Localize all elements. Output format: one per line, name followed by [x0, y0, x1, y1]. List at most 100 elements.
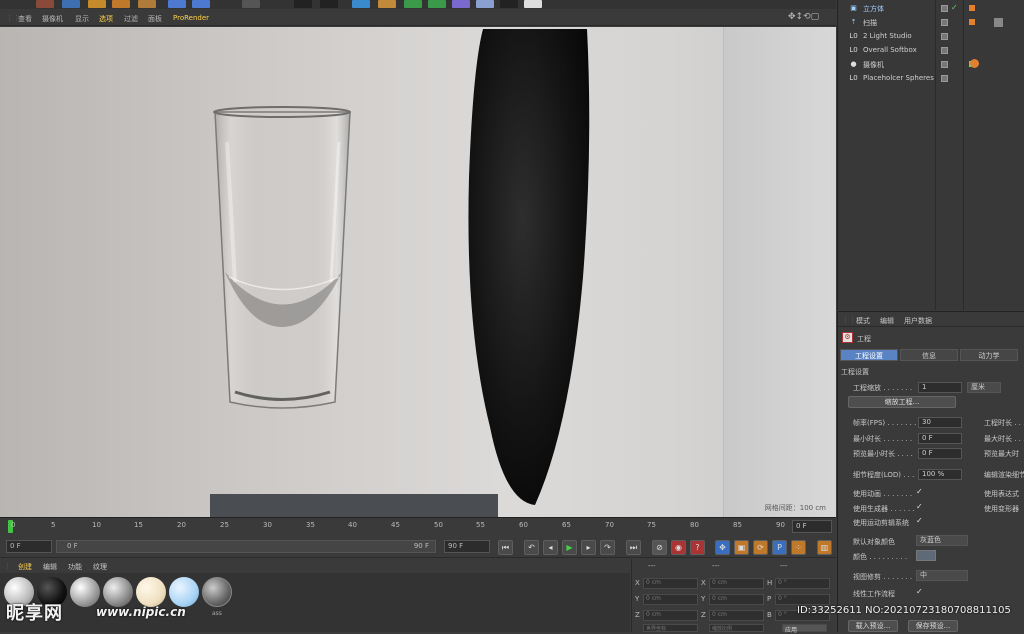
go-to-end-icon[interactable]: ⏭ [626, 540, 641, 555]
record-keys-icon[interactable]: ◉ [671, 540, 686, 555]
load-preset-button[interactable]: 载入预设... [848, 620, 898, 632]
move-tool-icon[interactable] [62, 0, 80, 8]
tag-icon[interactable] [969, 19, 975, 25]
visibility-toggle[interactable] [941, 47, 948, 54]
tab-dynamics[interactable]: 动力学 [960, 349, 1018, 361]
size-x-field[interactable]: 0 cm [709, 578, 764, 589]
rot-h-field[interactable]: 0 ° [775, 578, 830, 589]
array-icon[interactable] [428, 0, 446, 8]
frame-range-slider[interactable]: 0 F 90 F [56, 540, 436, 553]
visibility-toggle[interactable] [941, 33, 948, 40]
coord-scale-select[interactable]: 缩放比例 [709, 624, 764, 632]
object-row-cube[interactable]: ▣ 立方体 ✓ [838, 2, 1024, 15]
material-cream[interactable] [136, 577, 166, 607]
apply-button[interactable]: 应用 [782, 624, 827, 634]
use-motion-system-checkbox[interactable]: ✓ [916, 516, 923, 525]
linear-workflow-checkbox[interactable]: ✓ [916, 587, 923, 596]
use-animation-checkbox[interactable]: ✓ [916, 487, 923, 496]
rotate-tool-icon[interactable] [112, 0, 130, 8]
viewport-nav-icons[interactable]: ✥↕⟲▢ [788, 12, 819, 22]
prev-frame-icon[interactable]: ◂ [543, 540, 558, 555]
view-clip-select[interactable]: 中 [916, 570, 968, 581]
pos-x-field[interactable]: 0 cm [643, 578, 698, 589]
attr-menu-userdata[interactable]: 用户数据 [904, 316, 932, 326]
mat-menu-function[interactable]: 功能 [68, 562, 82, 572]
play-icon-1[interactable] [294, 0, 312, 8]
menu-options[interactable]: 选项 [99, 14, 113, 24]
3d-viewport[interactable]: 网格间距：100 cm [0, 27, 836, 517]
visibility-toggle[interactable] [941, 5, 948, 12]
object-row-sweep[interactable]: ⤒ 扫描 [838, 16, 1024, 29]
render-view-icon[interactable] [192, 0, 210, 8]
cube-icon[interactable] [352, 0, 370, 8]
camera-icon[interactable] [500, 0, 518, 8]
render-settings-icon[interactable] [242, 0, 260, 8]
visibility-toggle[interactable] [941, 19, 948, 26]
menu-prorender[interactable]: ProRender [173, 14, 209, 22]
coord-mode-select[interactable]: 世界坐标 [643, 624, 698, 632]
mat-menu-edit[interactable]: 编辑 [43, 562, 57, 572]
axis-icon[interactable] [138, 0, 156, 8]
save-preset-button[interactable]: 保存预设... [908, 620, 958, 632]
menu-view[interactable]: 查看 [18, 14, 32, 24]
mat-menu-create[interactable]: 创建 [18, 562, 32, 572]
play-button-icon[interactable]: ▶ [562, 540, 577, 555]
preview-min-field[interactable]: 0 F [918, 448, 962, 459]
param-key-icon[interactable]: P [772, 540, 787, 555]
tab-project-settings[interactable]: 工程设置 [840, 349, 898, 361]
undo-icon[interactable] [36, 0, 54, 8]
deformer-icon[interactable] [452, 0, 470, 8]
next-key-icon[interactable]: ↷ [600, 540, 615, 555]
render-region-icon[interactable] [168, 0, 186, 8]
start-frame-field[interactable]: 0 F [6, 540, 52, 553]
attr-menu-edit[interactable]: 编辑 [880, 316, 894, 326]
object-row-softbox[interactable]: L0 Overall Softbox [838, 44, 1024, 57]
tag-icon[interactable] [969, 5, 975, 11]
prev-key-icon[interactable]: ↶ [524, 540, 539, 555]
rotate-key-icon[interactable]: ⟳ [753, 540, 768, 555]
move-key-icon[interactable]: ✥ [715, 540, 730, 555]
current-frame-field[interactable]: 0 F [792, 520, 832, 533]
end-frame-field[interactable]: 90 F [444, 540, 490, 553]
min-time-field[interactable]: 0 F [918, 433, 962, 444]
dark-bean-object[interactable] [465, 27, 595, 509]
material-blue[interactable] [169, 577, 199, 607]
go-to-start-icon[interactable]: ⏮ [498, 540, 513, 555]
spline-icon[interactable] [378, 0, 396, 8]
object-row-spheres[interactable]: L0 Placeholcer Spheres [838, 72, 1024, 85]
pos-y-field[interactable]: 0 cm [643, 594, 698, 605]
light-icon[interactable] [524, 0, 542, 8]
use-generator-checkbox[interactable]: ✓ [916, 502, 923, 511]
material-glass[interactable] [202, 577, 232, 607]
material-grey[interactable] [70, 577, 100, 607]
timeline-ruler[interactable]: 0 5 10 15 20 25 30 35 40 45 50 55 60 65 … [0, 517, 836, 535]
size-y-field[interactable]: 0 cm [709, 594, 764, 605]
default-color-select[interactable]: 灰蓝色 [916, 535, 968, 546]
rot-p-field[interactable]: 0 ° [775, 594, 830, 605]
scale-key-icon[interactable]: ▣ [734, 540, 749, 555]
protection-tag-icon[interactable] [970, 59, 979, 68]
scale-field[interactable]: 1 [918, 382, 962, 393]
menu-filter[interactable]: 过滤 [124, 14, 138, 24]
pos-z-field[interactable]: 0 cm [643, 610, 698, 621]
attr-menu-mode[interactable]: 模式 [856, 316, 870, 326]
tab-info[interactable]: 信息 [900, 349, 958, 361]
auto-key-icon[interactable]: ? [690, 540, 705, 555]
material-metal[interactable] [103, 577, 133, 607]
record-disabled-icon[interactable]: ⊘ [652, 540, 667, 555]
size-z-field[interactable]: 0 cm [709, 610, 764, 621]
timeline-window-icon[interactable]: ▥ [817, 540, 832, 555]
menu-display[interactable]: 显示 [75, 14, 89, 24]
color-swatch[interactable] [916, 550, 936, 561]
next-frame-icon[interactable]: ▸ [581, 540, 596, 555]
glass-object[interactable] [205, 102, 360, 412]
visibility-toggle[interactable] [941, 61, 948, 68]
fps-field[interactable]: 30 [918, 417, 962, 428]
menu-panel[interactable]: 面板 [148, 14, 162, 24]
visibility-toggle[interactable] [941, 75, 948, 82]
lod-field[interactable]: 100 % [918, 469, 962, 480]
menu-camera[interactable]: 摄像机 [42, 14, 63, 24]
object-row-camera[interactable]: ● 摄像机 [838, 58, 1024, 71]
scale-project-button[interactable]: 缩放工程... [848, 396, 956, 408]
mat-menu-texture[interactable]: 纹理 [93, 562, 107, 572]
